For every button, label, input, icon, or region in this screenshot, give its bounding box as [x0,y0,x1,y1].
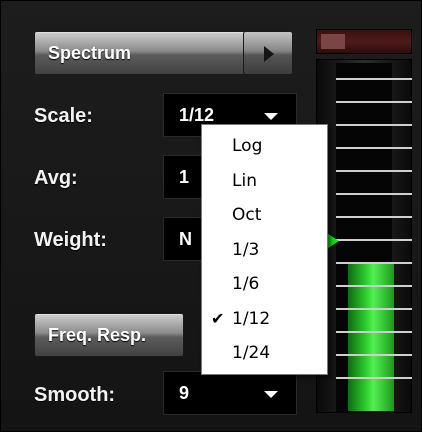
meter-tick [336,78,412,80]
smooth-value: 9 [179,383,190,403]
meter-tick [336,377,412,379]
meter-peak-indicator [316,29,412,54]
triangle-right-icon [264,46,274,62]
chevron-down-icon [264,391,278,398]
meter-tick [336,285,412,287]
meter-tick [336,354,412,356]
scale-label: Scale: [34,105,93,127]
smooth-dropdown[interactable]: 9 [163,371,297,415]
scale-option-label: Log [232,136,263,156]
meter-tick [336,193,412,195]
meter-tick [336,262,412,264]
avg-value: 1 [179,167,190,187]
scale-option-Lin[interactable]: Lin [202,164,327,198]
weight-value: N [179,229,192,249]
scale-option-label: 1/24 [232,343,271,363]
meter-tick [336,101,412,103]
scale-value: 1/12 [179,105,215,125]
spectrum-menu-arrow-button[interactable] [243,31,293,75]
meter-tick [336,308,412,310]
meter-peak-led [321,34,345,49]
scale-option-label: 1/6 [232,274,260,294]
smooth-label: Smooth: [34,384,116,406]
scale-option-1-6[interactable]: 1/6 [202,267,327,301]
scale-option-1-12[interactable]: ✔ 1/12 [202,302,327,336]
checkmark-icon: ✔ [211,308,225,328]
avg-label: Avg: [34,167,78,189]
scale-option-1-24[interactable]: 1/24 [202,336,327,370]
meter-tick [336,216,412,218]
scale-option-Log[interactable]: Log [202,129,327,163]
meter-tick [336,124,412,126]
meter-tick [336,170,412,172]
meter-tick [336,239,412,241]
spectrum-button[interactable]: Spectrum [34,31,246,75]
scale-option-Oct[interactable]: Oct [202,198,327,232]
scale-option-label: 1/3 [232,239,260,260]
freq-resp-button[interactable]: Freq. Resp. [34,313,184,357]
scale-options-menu: Log Lin Oct 1/3 1/6 ✔ 1/12 1/24 [201,124,328,375]
scale-option-label: Oct [232,205,262,225]
chevron-down-icon [264,113,278,120]
scale-option-1-3[interactable]: 1/3 [202,233,327,267]
weight-label: Weight: [34,229,107,251]
scale-option-label: 1/12 [232,308,271,329]
meter-tick [336,331,412,333]
scale-option-label: Lin [232,170,257,191]
meter-tick [336,147,412,149]
control-panel: Spectrum Scale: 1/12 Avg: 1 Weight: N Fr… [0,0,422,432]
